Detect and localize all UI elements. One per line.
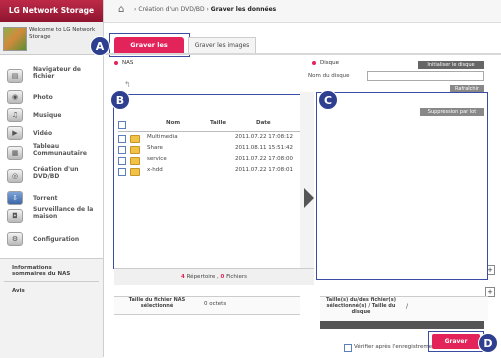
row-checkbox[interactable] <box>118 135 126 143</box>
sidebar-item-home-surveillance[interactable]: ◘ Surveillance de la maison <box>0 206 103 228</box>
select-all-checkbox[interactable] <box>118 121 126 129</box>
breadcrumb: › Création d'un DVD/BD › Graver les donn… <box>134 6 277 13</box>
column-date[interactable]: Date <box>256 120 271 126</box>
gear-icon: ⚙ <box>7 232 23 246</box>
transfer-column <box>300 92 314 268</box>
sidebar-item-configuration[interactable]: ⚙ Configuration <box>0 229 103 251</box>
folder-icon <box>130 168 140 176</box>
disk-size-label: Taille(s) du/des fichier(s) sélectionné(… <box>326 297 396 315</box>
callout-b: B <box>110 90 130 110</box>
sidebar-item-label: Vidéo <box>33 130 53 137</box>
file-name[interactable]: service <box>147 156 167 162</box>
disk-name-field[interactable] <box>367 71 484 81</box>
divider <box>4 281 99 282</box>
brand-logo: LG Network Storage <box>0 0 103 22</box>
divider <box>104 53 501 55</box>
table-row[interactable]: Share 2011.08.11 15:51:42 <box>118 145 313 155</box>
disk-section-label: Disque <box>312 60 339 66</box>
folder-icon <box>130 146 140 154</box>
file-name[interactable]: Share <box>147 145 163 151</box>
sidebar-item-label: Création d'un DVD/BD <box>33 166 79 180</box>
folder-up-icon[interactable]: ↰ <box>124 80 131 89</box>
disk-size-value: / <box>406 303 409 310</box>
transfer-arrow-icon[interactable] <box>304 188 314 208</box>
callout-frame-c <box>316 92 488 280</box>
music-icon: ♫ <box>7 108 23 122</box>
nas-item-count: 4 Répertoire , 0 Fichiers <box>114 268 314 285</box>
row-checkbox[interactable] <box>118 168 126 176</box>
burn-button[interactable]: Graver <box>432 334 480 349</box>
callout-c: C <box>318 90 338 110</box>
tab-burn-data[interactable]: Graver les données <box>114 37 184 65</box>
sidebar-item-label: Torrent <box>33 195 58 202</box>
video-camera-icon: ▶ <box>7 126 23 140</box>
sidebar-item-label: Musique <box>33 112 62 119</box>
breadcrumb-parent[interactable]: Création d'un DVD/BD <box>138 6 204 13</box>
batch-delete-button[interactable]: Suppression par lot <box>420 108 484 116</box>
nas-size-label: Taille du fichier NAS sélectionné <box>128 297 186 309</box>
file-date: 2011.07.22 17:08:01 <box>235 167 293 173</box>
sidebar-item-dvd-creation[interactable]: ◎ Création d'un DVD/BD <box>0 166 103 188</box>
initialize-disk-button[interactable]: Initialiser le disque <box>418 61 484 69</box>
cctv-icon: ◘ <box>7 209 23 223</box>
sidebar-item-video[interactable]: ▶ Vidéo <box>0 123 103 145</box>
table-row[interactable]: x-hdd 2011.07.22 17:08:01 <box>118 167 313 177</box>
callout-a: A <box>90 36 110 56</box>
welcome-thumbnail <box>3 27 27 51</box>
file-name[interactable]: Multimedia <box>147 134 178 140</box>
sidebar-item-label: Configuration <box>33 236 80 243</box>
nas-size-value: 0 octets <box>204 301 227 307</box>
table-row[interactable]: service 2011.07.22 17:08:00 <box>118 156 313 166</box>
table-row[interactable]: Multimedia 2011.07.22 17:08:12 <box>118 134 313 144</box>
bullet-icon <box>114 60 118 65</box>
callout-d: D <box>478 333 498 353</box>
sidebar-item-label: Photo <box>33 94 53 101</box>
sidebar-item-label: Tableau Communautaire <box>33 143 87 157</box>
sidebar-item-label: Navigateur de fichier <box>33 66 82 80</box>
verify-checkbox[interactable] <box>344 344 352 352</box>
sidebar-item-community-board[interactable]: ▦ Tableau Communautaire <box>0 143 103 165</box>
disk-usage-bar <box>320 321 484 329</box>
file-date: 2011.07.22 17:08:12 <box>235 134 293 140</box>
verify-label: Vérifier après l'enregistrement <box>354 344 438 350</box>
folder-browser-icon: ▤ <box>7 69 23 83</box>
tab-burn-images[interactable]: Graver les images <box>188 37 256 53</box>
sidebar-item-label: Surveillance de la maison <box>33 206 94 220</box>
bullet-icon <box>312 60 316 65</box>
disc-icon: ◎ <box>7 169 23 183</box>
row-checkbox[interactable] <box>118 146 126 154</box>
nas-summary-label: Informations sommaires du NAS <box>12 265 71 277</box>
folder-icon <box>130 157 140 165</box>
column-name[interactable]: Nom <box>166 120 180 126</box>
breadcrumb-current: Graver les données <box>210 6 277 13</box>
folder-icon <box>130 135 140 143</box>
column-size[interactable]: Taille <box>210 120 226 126</box>
sidebar-item-file-browser[interactable]: ▤ Navigateur de fichier <box>0 66 103 88</box>
notice-label: Avis <box>12 288 25 294</box>
disk-name-label: Nom du disque <box>308 73 350 79</box>
home-icon[interactable]: ⌂ <box>118 5 129 15</box>
nas-section-label: NAS <box>114 60 133 66</box>
file-date: 2011.07.22 17:08:00 <box>235 156 293 162</box>
nas-table-header: Nom Taille Date <box>118 119 308 132</box>
welcome-text: Welcome to LG Network Storage <box>29 27 96 40</box>
camera-icon: ◉ <box>7 90 23 104</box>
file-date: 2011.08.11 15:51:42 <box>235 145 293 151</box>
board-icon: ▦ <box>7 146 23 160</box>
file-name[interactable]: x-hdd <box>147 167 163 173</box>
row-checkbox[interactable] <box>118 157 126 165</box>
torrent-icon: ⇩ <box>7 191 23 205</box>
